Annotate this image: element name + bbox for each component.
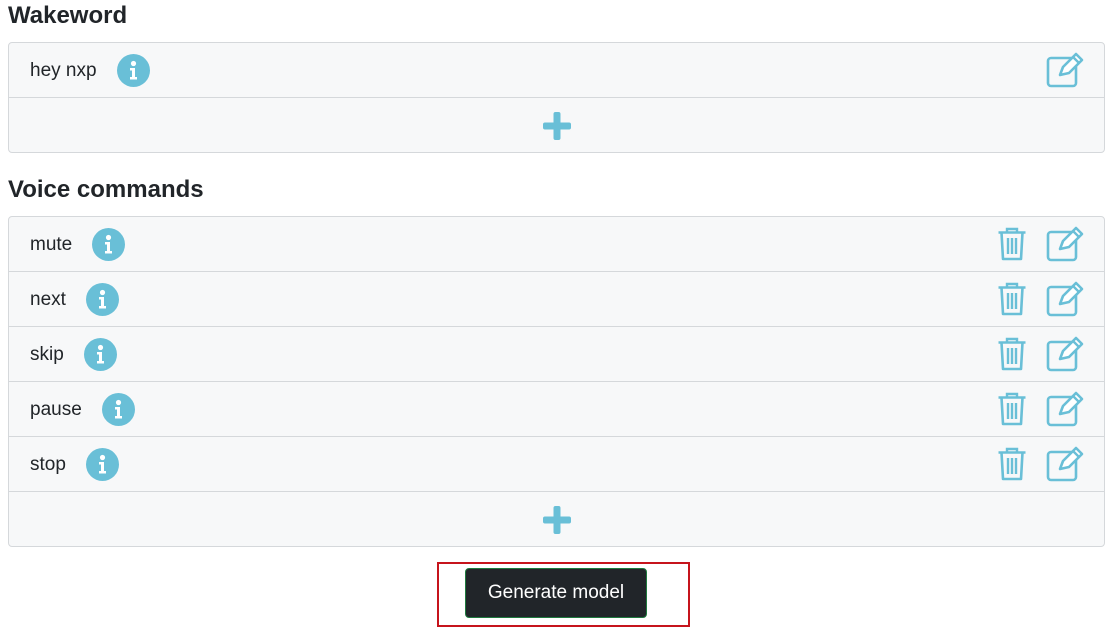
trash-icon[interactable]: [997, 281, 1027, 317]
edit-icon[interactable]: [1046, 391, 1084, 427]
row-actions: [997, 437, 1084, 491]
edit-icon[interactable]: [1046, 226, 1084, 262]
row-actions: [997, 272, 1084, 326]
trash-icon[interactable]: [997, 226, 1027, 262]
plus-icon[interactable]: [541, 504, 573, 536]
command-label: next: [30, 288, 66, 310]
edit-icon[interactable]: [1046, 52, 1084, 88]
list-item: next: [9, 272, 1104, 327]
row-actions: [1046, 43, 1084, 97]
wakeword-list: hey nxp: [8, 42, 1105, 153]
trash-icon[interactable]: [997, 446, 1027, 482]
voice-commands-title: Voice commands: [8, 176, 204, 203]
info-icon[interactable]: [92, 227, 126, 261]
command-label: skip: [30, 343, 64, 365]
info-icon[interactable]: [85, 282, 119, 316]
list-item: pause: [9, 382, 1104, 437]
info-icon[interactable]: [116, 53, 150, 87]
row-actions: [997, 382, 1084, 436]
add-wakeword-row: [9, 98, 1104, 153]
row-actions: [997, 327, 1084, 381]
wakeword-title: Wakeword: [8, 2, 128, 29]
trash-icon[interactable]: [997, 391, 1027, 427]
list-item: hey nxp: [9, 43, 1104, 98]
edit-icon[interactable]: [1046, 281, 1084, 317]
command-label: pause: [30, 398, 82, 420]
edit-icon[interactable]: [1046, 336, 1084, 372]
wakeword-label: hey nxp: [30, 59, 97, 81]
add-command-row: [9, 492, 1104, 547]
command-label: stop: [30, 453, 66, 475]
edit-icon[interactable]: [1046, 446, 1084, 482]
trash-icon[interactable]: [997, 336, 1027, 372]
command-label: mute: [30, 233, 73, 255]
info-icon[interactable]: [85, 447, 119, 481]
list-item: mute: [9, 217, 1104, 272]
list-item: stop: [9, 437, 1104, 492]
plus-icon[interactable]: [541, 110, 573, 142]
generate-model-button[interactable]: Generate model: [465, 568, 647, 618]
list-item: skip: [9, 327, 1104, 382]
info-icon[interactable]: [83, 337, 117, 371]
row-actions: [997, 217, 1084, 271]
info-icon[interactable]: [101, 392, 135, 426]
voice-commands-list: mute next skip pause stop: [8, 216, 1105, 547]
